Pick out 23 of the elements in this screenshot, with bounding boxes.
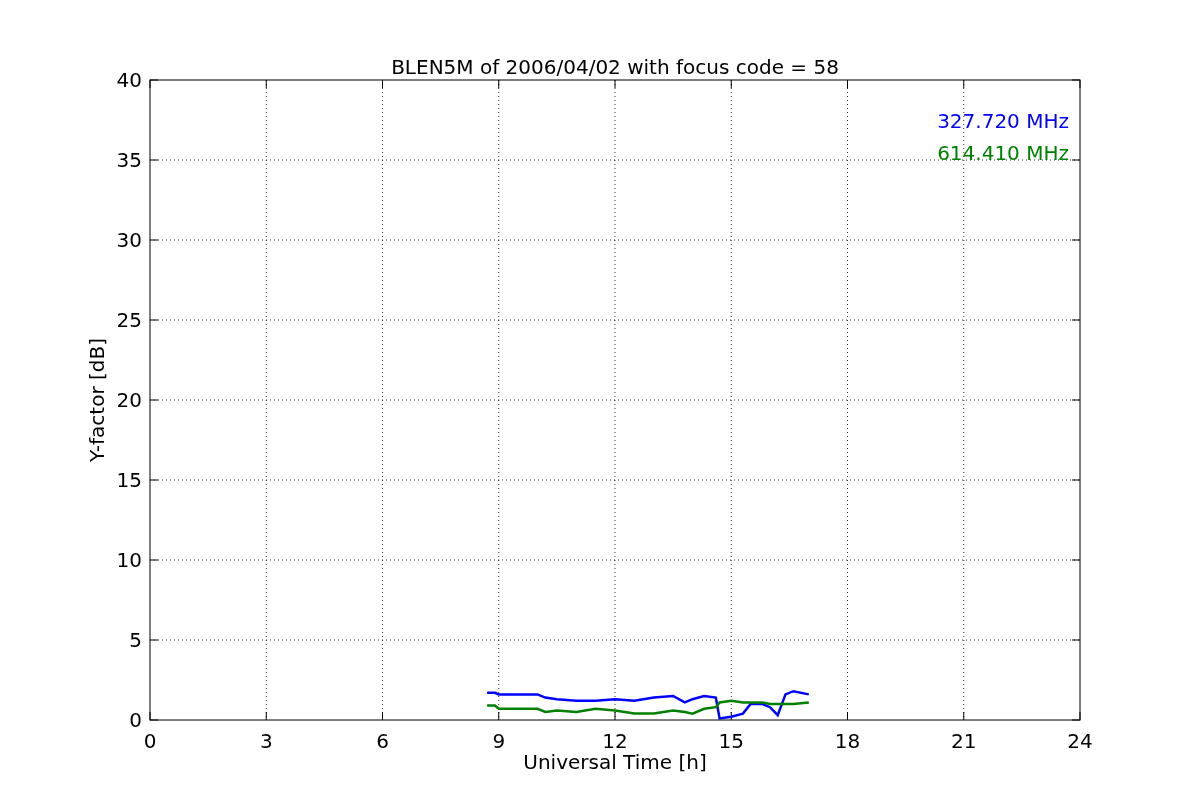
x-tick-label: 3 [259,729,273,753]
y-tick-label: 0 [129,708,142,732]
x-tick-label: 24 [1067,729,1093,753]
legend-label: 614.410 MHz [937,141,1069,165]
y-tick-label: 35 [116,148,142,172]
y-tick-label: 10 [116,548,142,572]
y-tick-label: 30 [116,228,142,252]
x-tick-label: 0 [143,729,157,753]
legend-label: 327.720 MHz [937,109,1069,133]
x-tick-label: 21 [951,729,977,753]
x-tick-label: 6 [376,729,389,753]
x-tick-label: 12 [602,729,628,753]
y-axis-label: Y-factor [dB] [85,338,109,462]
y-tick-label: 40 [116,68,142,92]
x-tick-label: 15 [718,729,744,753]
y-tick-label: 5 [129,628,142,652]
x-tick-label: 18 [834,729,861,753]
y-tick-label: 15 [116,468,142,492]
x-axis-label: Universal Time [h] [523,750,707,774]
x-tick-label: 9 [492,729,506,753]
chart-title: BLEN5M of 2006/04/02 with focus code = 58 [391,55,839,79]
y-tick-label: 25 [116,308,142,332]
y-tick-label: 20 [116,388,142,412]
